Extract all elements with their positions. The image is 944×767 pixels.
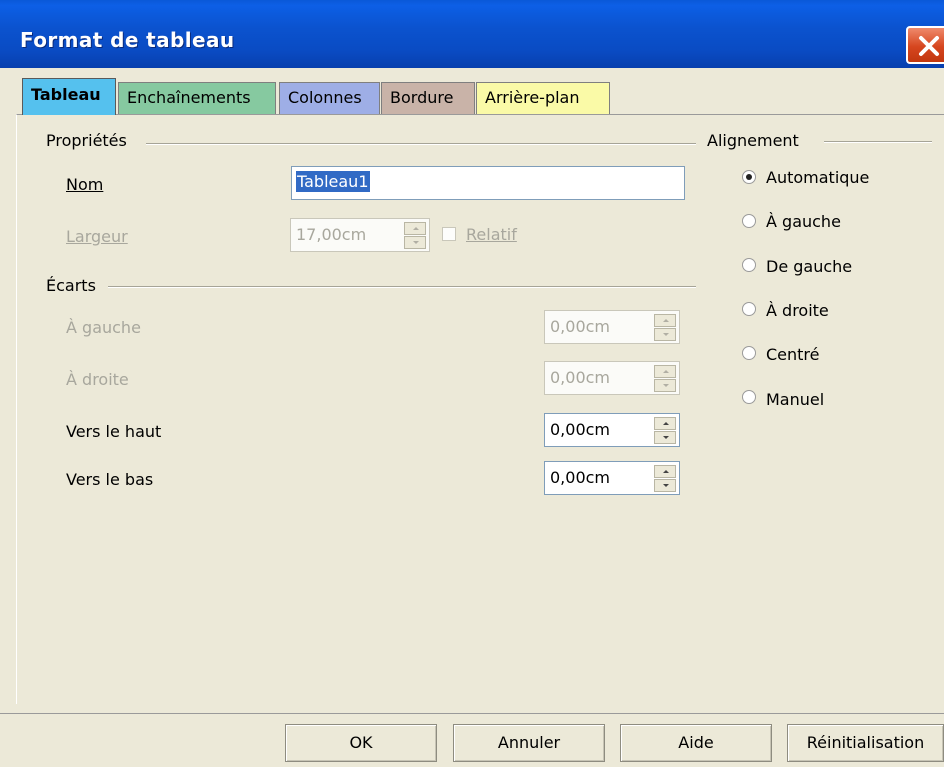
spin-up-icon[interactable] xyxy=(404,222,426,235)
spacing-section-label: Écarts xyxy=(46,276,96,295)
spacing-top-spinbox[interactable]: 0,00cm xyxy=(544,413,680,447)
close-button[interactable] xyxy=(906,26,944,64)
width-spinbox[interactable]: 17,00cm xyxy=(290,218,430,252)
tab-tableau[interactable]: Tableau xyxy=(22,78,116,115)
properties-section-label: Propriétés xyxy=(46,131,127,150)
close-icon xyxy=(919,36,939,56)
spin-up-icon[interactable] xyxy=(654,417,676,430)
align-de-gauche-radio[interactable] xyxy=(742,258,756,272)
spacing-left-spinbox[interactable]: 0,00cm xyxy=(544,310,680,344)
tab-arriere-plan[interactable]: Arrière-plan xyxy=(476,82,610,114)
window-title: Format de tableau xyxy=(20,28,235,52)
name-field-value: Tableau1 xyxy=(296,171,370,192)
tab-label: Enchaînements xyxy=(127,88,251,107)
spacing-bottom-spinbox[interactable]: 0,00cm xyxy=(544,461,680,495)
width-label: Largeur xyxy=(66,227,128,246)
help-button[interactable]: Aide xyxy=(620,724,772,762)
align-centre-label[interactable]: Centré xyxy=(766,345,820,364)
spin-down-icon[interactable] xyxy=(654,431,676,444)
tab-enchainements[interactable]: Enchaînements xyxy=(118,82,276,114)
spin-up-icon[interactable] xyxy=(654,314,676,327)
name-field[interactable]: Tableau1 xyxy=(291,166,685,200)
spacing-bottom-value: 0,00cm xyxy=(550,468,611,487)
spacing-separator xyxy=(108,286,696,288)
align-automatique-label[interactable]: Automatique xyxy=(766,168,869,187)
spacing-left-label: À gauche xyxy=(66,318,141,337)
tab-label: Colonnes xyxy=(288,88,362,107)
alignment-section-label: Alignement xyxy=(707,131,799,150)
align-a-droite-label[interactable]: À droite xyxy=(766,301,829,320)
spin-up-icon[interactable] xyxy=(654,365,676,378)
title-bar: Format de tableau xyxy=(0,0,944,68)
tab-label: Bordure xyxy=(390,88,454,107)
align-manuel-label[interactable]: Manuel xyxy=(766,390,824,409)
align-a-gauche-radio[interactable] xyxy=(742,214,756,228)
spin-down-icon[interactable] xyxy=(654,479,676,492)
width-value: 17,00cm xyxy=(296,225,367,244)
tab-colonnes[interactable]: Colonnes xyxy=(279,82,380,114)
relative-label-text: Relatif xyxy=(466,225,517,244)
cancel-button[interactable]: Annuler xyxy=(453,724,605,762)
spin-down-icon[interactable] xyxy=(654,328,676,341)
align-automatique-radio[interactable] xyxy=(742,170,756,184)
ok-button[interactable]: OK xyxy=(285,724,437,762)
width-spin-arrows[interactable] xyxy=(404,222,426,249)
name-label: Nom xyxy=(66,175,103,194)
spin-up-icon[interactable] xyxy=(654,465,676,478)
tab-label: Tableau xyxy=(31,85,101,104)
spacing-right-value: 0,00cm xyxy=(550,368,611,387)
relative-checkbox[interactable] xyxy=(442,227,456,241)
spacing-right-spinbox[interactable]: 0,00cm xyxy=(544,361,680,395)
spacing-left-value: 0,00cm xyxy=(550,317,611,336)
spacing-top-value: 0,00cm xyxy=(550,420,611,439)
relative-label: Relatif xyxy=(466,225,517,244)
spacing-top-label: Vers le haut xyxy=(66,422,162,441)
spacing-bottom-label: Vers le bas xyxy=(66,470,154,489)
width-label-text: Largeur xyxy=(66,227,128,246)
spin-down-icon[interactable] xyxy=(654,379,676,392)
align-a-droite-radio[interactable] xyxy=(742,302,756,316)
align-centre-radio[interactable] xyxy=(742,346,756,360)
reset-button[interactable]: Réinitialisation xyxy=(787,724,944,762)
spacing-bottom-arrows[interactable] xyxy=(654,465,676,492)
properties-separator xyxy=(146,143,696,145)
tab-panel xyxy=(16,114,944,704)
spacing-top-arrows[interactable] xyxy=(654,417,676,444)
tab-bordure[interactable]: Bordure xyxy=(381,82,475,114)
align-de-gauche-label[interactable]: De gauche xyxy=(766,257,852,276)
name-label-text: Nom xyxy=(66,175,104,194)
spacing-right-arrows[interactable] xyxy=(654,365,676,392)
align-manuel-radio[interactable] xyxy=(742,390,756,404)
align-a-gauche-label[interactable]: À gauche xyxy=(766,212,841,231)
tab-label: Arrière-plan xyxy=(485,88,580,107)
alignment-separator xyxy=(824,141,932,143)
spacing-right-label: À droite xyxy=(66,370,129,389)
spin-down-icon[interactable] xyxy=(404,236,426,249)
spacing-left-arrows[interactable] xyxy=(654,314,676,341)
